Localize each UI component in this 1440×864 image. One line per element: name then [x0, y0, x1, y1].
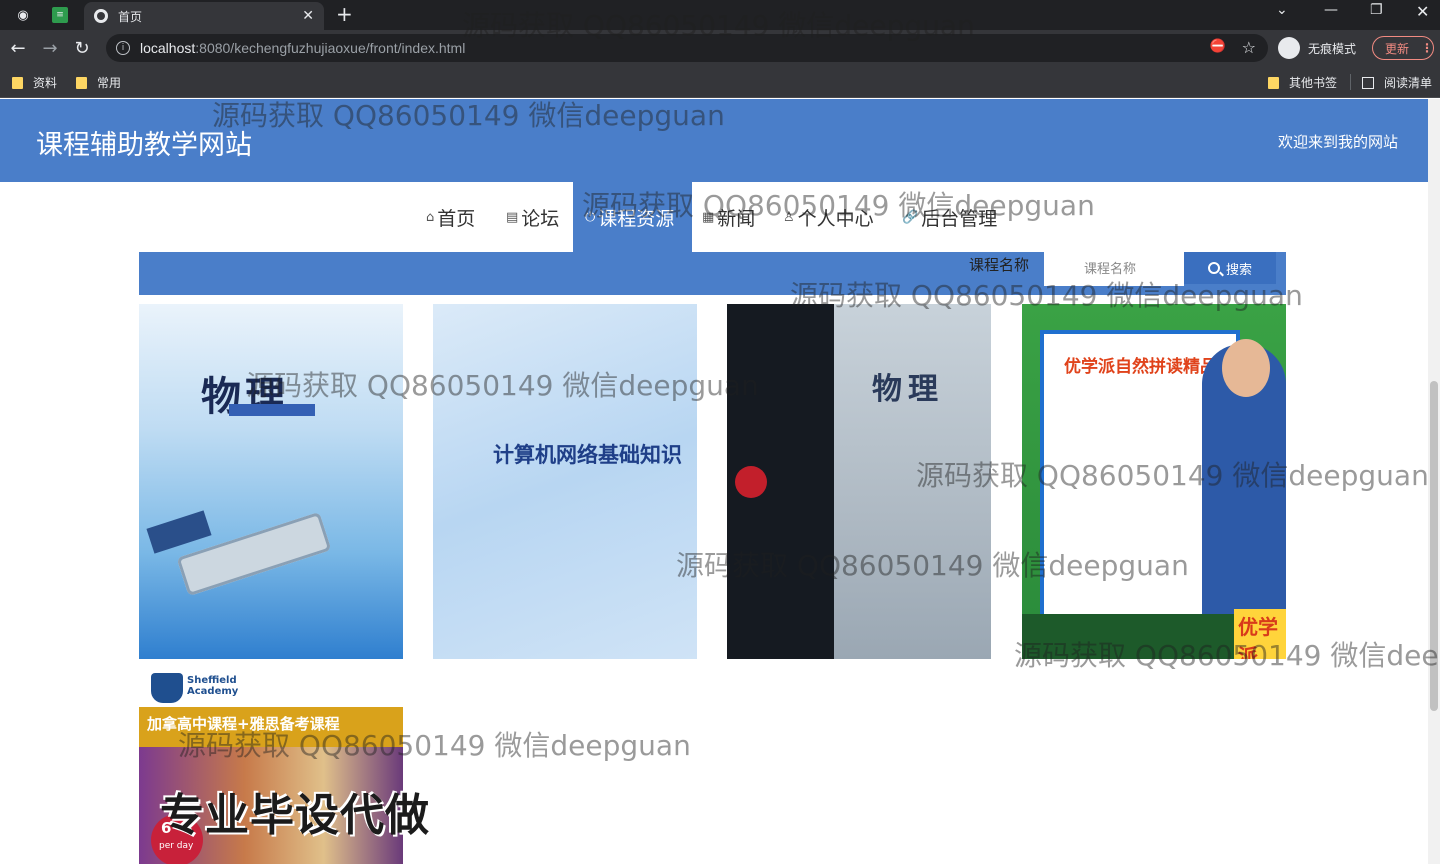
close-tab-icon[interactable]: ✕: [302, 8, 314, 24]
nav-label: 论坛: [521, 208, 560, 230]
restore-icon[interactable]: ❐: [1370, 2, 1383, 18]
search-label: 课程名称: [969, 256, 1030, 274]
close-window-icon[interactable]: ✕: [1416, 2, 1429, 21]
browser-toolbar: ← → ↻ i localhost :8080/kechengfuzhujiao…: [0, 30, 1440, 66]
home-icon: ⌂: [426, 210, 435, 225]
nav-label: 个人中心: [797, 208, 874, 230]
page-viewport: 课程辅助教学网站 欢迎来到我的网站 ⌂ 首页 ▤ 论坛 ⏻ 课程资源 ▦ 新闻 …: [0, 99, 1440, 864]
main-nav: ⌂ 首页 ▤ 论坛 ⏻ 课程资源 ▦ 新闻 ♙ 个人中心 🔗 后台管理: [0, 182, 1428, 252]
grid-icon: ▦: [702, 210, 715, 225]
folder-icon: [1268, 76, 1279, 89]
bookmark-label: 其他书签: [1289, 76, 1338, 90]
reading-list[interactable]: 阅读清单: [1362, 74, 1432, 91]
nav-item-news[interactable]: ▦ 新闻: [702, 204, 755, 231]
welcome-text: 欢迎来到我的网站: [1277, 133, 1398, 151]
book-cover-image: [834, 304, 991, 659]
page-scrollbar[interactable]: [1428, 99, 1440, 864]
minimize-icon[interactable]: —: [1324, 2, 1338, 18]
search-icon: [1207, 262, 1220, 274]
forward-icon[interactable]: →: [38, 36, 62, 60]
sheets-app-icon[interactable]: ≡: [52, 7, 68, 23]
power-icon: ⏻: [585, 209, 596, 225]
bookmarks-bar: 资料 常用 其他书签 阅读清单: [0, 66, 1440, 98]
more-menu-icon[interactable]: ⋮: [1421, 41, 1433, 55]
other-bookmarks[interactable]: 其他书签: [1268, 74, 1337, 91]
cover-band: [229, 404, 315, 416]
address-bar[interactable]: i localhost :8080/kechengfuzhujiaoxue/fr…: [106, 34, 1268, 62]
course-card-physics[interactable]: 物理: [139, 304, 403, 659]
nav-label: 首页: [437, 208, 476, 230]
browser-menu-icon[interactable]: ◉: [12, 5, 34, 25]
incognito-indicator[interactable]: 无痕模式: [1278, 34, 1356, 62]
bookmark-folder-ziliao[interactable]: 资料: [12, 74, 57, 91]
site-header: 课程辅助教学网站 欢迎来到我的网站: [0, 99, 1428, 182]
url-host: localhost: [140, 40, 196, 56]
nav-item-admin[interactable]: 🔗 后台管理: [902, 204, 997, 231]
bookmark-label: 常用: [97, 76, 122, 90]
bookmark-star-icon[interactable]: ☆: [1242, 38, 1256, 57]
link-icon: 🔗: [902, 210, 919, 225]
update-label: 更新: [1385, 41, 1410, 56]
satellite-panel: [146, 510, 212, 554]
tab-title: 首页: [118, 9, 143, 24]
bookmark-folder-changyong[interactable]: 常用: [76, 74, 121, 91]
teacher-head: [1222, 339, 1270, 397]
blocked-popup-icon[interactable]: ⛔: [1210, 39, 1226, 54]
folder-icon: [12, 76, 23, 89]
academy-logo-icon: [151, 673, 183, 703]
forum-icon: ▤: [506, 210, 519, 225]
search-button-label: 搜索: [1225, 261, 1252, 277]
nav-item-profile[interactable]: ♙ 个人中心: [783, 204, 874, 231]
course-card-phonics[interactable]: 优学派自然拼读精品课 优学派: [1022, 304, 1286, 659]
url-path: :8080/kechengfuzhujiaoxue/front/index.ht…: [195, 40, 466, 56]
reload-icon[interactable]: ↻: [70, 36, 94, 60]
new-tab-button[interactable]: +: [336, 2, 353, 26]
browser-tab[interactable]: 首页 ✕: [84, 2, 324, 30]
course-name-input[interactable]: [1044, 252, 1184, 286]
globe-icon: [94, 9, 108, 23]
cover-header-strip: [139, 324, 403, 350]
course-card-title: 物理: [872, 372, 944, 407]
nav-label: 新闻: [717, 208, 756, 230]
promo-overlay-text: 专业毕设代做: [160, 790, 430, 841]
brand-badge: 优学派: [1234, 609, 1286, 659]
update-button[interactable]: 更新 ⋮: [1372, 36, 1434, 60]
nav-item-forum[interactable]: ▤ 论坛: [506, 204, 559, 231]
nav-label: 课程资源: [598, 207, 675, 230]
course-card-title: 计算机网络基础知识: [493, 443, 682, 467]
course-card-network[interactable]: 计算机网络基础知识: [433, 304, 697, 659]
promo-band-text: 加拿高中课程+雅思备考课程: [147, 715, 340, 733]
incognito-label: 无痕模式: [1308, 41, 1357, 56]
bookmark-label: 阅读清单: [1384, 76, 1433, 90]
nav-item-course-resources[interactable]: ⏻ 课程资源: [573, 182, 692, 252]
mouse-cursor-highlight: [735, 466, 767, 498]
user-icon: ♙: [783, 210, 795, 225]
back-icon[interactable]: ←: [6, 36, 30, 60]
scrollbar-thumb[interactable]: [1430, 381, 1438, 711]
reading-list-icon: [1362, 76, 1374, 89]
tab-search-icon[interactable]: ⌄: [1276, 2, 1288, 18]
site-title: 课程辅助教学网站: [36, 130, 252, 161]
folder-icon: [76, 76, 87, 89]
bookmark-label: 资料: [33, 76, 58, 90]
incognito-icon: [1278, 37, 1300, 59]
browser-tab-bar: ◉ ≡ 首页 ✕ + ⌄ — ❐ ✕: [0, 0, 1440, 30]
site-info-icon[interactable]: i: [116, 41, 130, 55]
search-button[interactable]: 搜索: [1184, 252, 1276, 284]
nav-label: 后台管理: [921, 208, 998, 230]
academy-name: Sheffield Academy: [187, 675, 239, 697]
course-card-physics-dark[interactable]: 物理: [727, 304, 991, 659]
nav-item-home[interactable]: ⌂ 首页: [426, 204, 475, 231]
search-bar: 课程名称 搜索: [139, 252, 1286, 295]
bookmark-separator: [1350, 74, 1351, 90]
